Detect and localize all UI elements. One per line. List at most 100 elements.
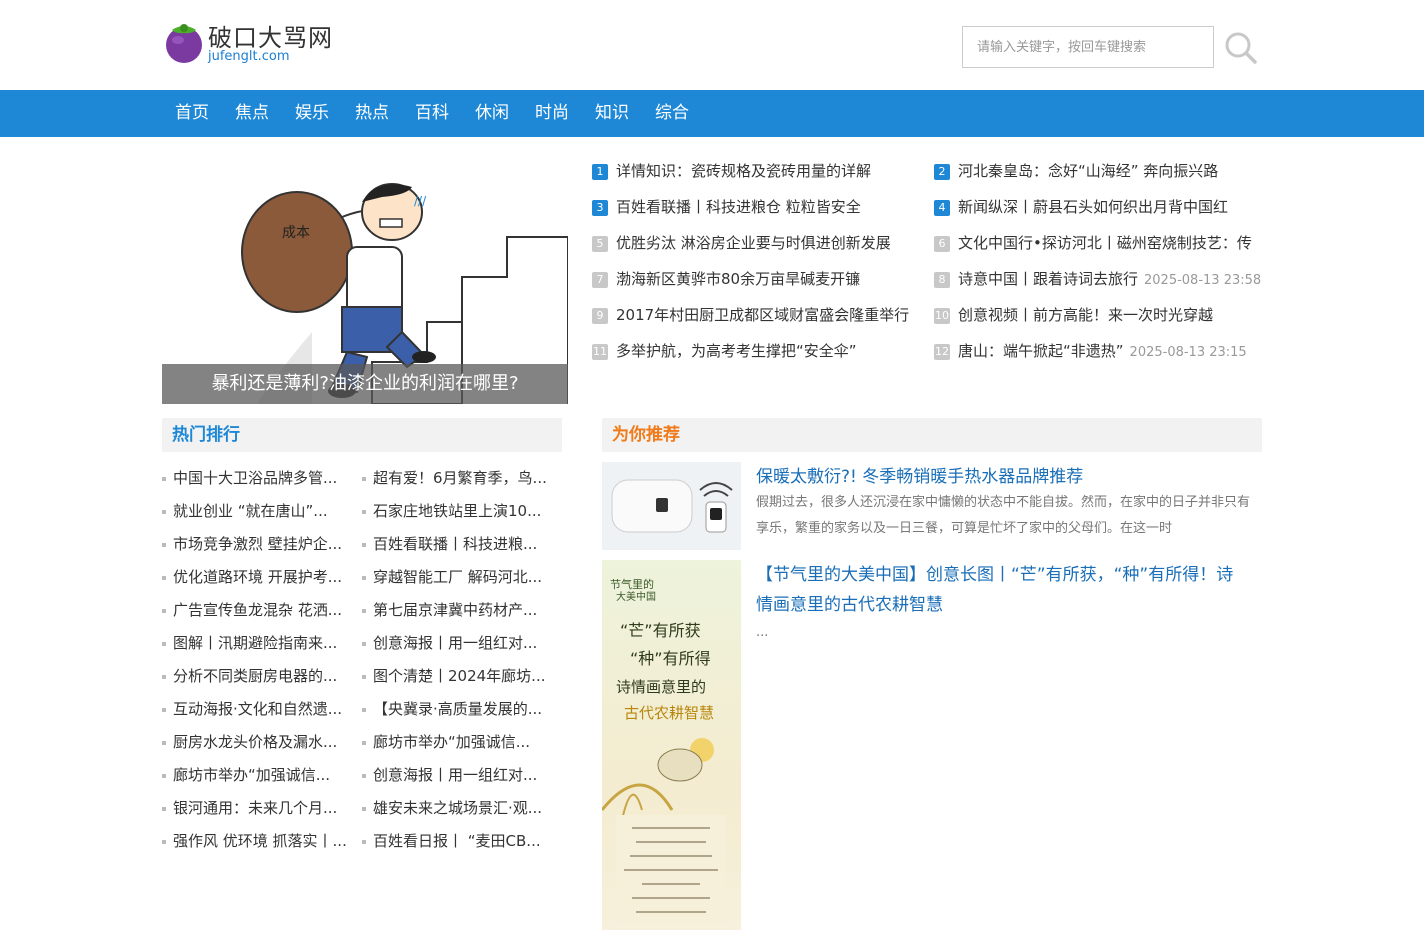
recommend-title[interactable]: 【节气里的大美中国】创意长图丨“芒”有所获，“种”有所得！诗情画意里的古代农耕智… (756, 560, 1246, 620)
list-item[interactable]: 11 多举护航，为高考考生撑把“安全伞” (592, 339, 927, 363)
hot-item[interactable]: 图解丨汛期避险指南来... (162, 627, 354, 660)
rank-badge: 8 (934, 272, 950, 288)
hot-item[interactable]: 创意海报丨用一组红对... (362, 759, 554, 792)
hot-item[interactable]: 廊坊市举办“加强诚信... (362, 726, 554, 759)
headline-title[interactable]: 多举护航，为高考考生撑把“安全伞” (616, 342, 857, 360)
hot-item[interactable]: 优化道路环境 开展护考... (162, 561, 354, 594)
headline-title[interactable]: 百姓看联播丨科技进粮仓 粒粒皆安全 (616, 198, 861, 216)
list-item[interactable]: 12 唐山：端午掀起“非遗热” 2025-08-13 23:15 (934, 339, 1269, 363)
hot-item[interactable]: 中国十大卫浴品牌多管... (162, 462, 354, 495)
headline-title[interactable]: 文化中国行•探访河北丨磁州窑烧制技艺：传 (958, 234, 1252, 252)
hot-item[interactable]: 市场竞争激烈 壁挂炉企... (162, 528, 354, 561)
table-row: 分析不同类厨房电器的... 图个清楚丨2024年廊坊... (162, 660, 562, 693)
list-item[interactable]: 10 创意视频丨前方高能！来一次时光穿越 (934, 303, 1269, 327)
headline-title[interactable]: 渤海新区黄骅市80余万亩旱碱麦开镰 (616, 270, 860, 288)
nav-item-knowledge[interactable]: 知识 (582, 90, 642, 137)
nav-item-fashion[interactable]: 时尚 (522, 90, 582, 137)
hot-item[interactable]: 雄安未来之城场景汇·观... (362, 792, 554, 825)
recommend-heading: 为你推荐 (602, 418, 1262, 452)
rank-badge: 7 (592, 272, 608, 288)
list-item[interactable]: 6 文化中国行•探访河北丨磁州窑烧制技艺：传 (934, 231, 1269, 255)
table-row: 互动海报·文化和自然遗... 【央冀录·高质量发展的... (162, 693, 562, 726)
list-item[interactable]: 2 河北秦皇岛：念好“山海经” 奔向振兴路 (934, 159, 1269, 183)
svg-text:///: /// (414, 194, 427, 208)
hot-item[interactable]: 厨房水龙头价格及漏水... (162, 726, 354, 759)
list-item[interactable]: 1 详情知识：瓷砖规格及瓷砖用量的详解 (592, 159, 927, 183)
list-item[interactable]: 5 优胜劣汰 淋浴房企业要与时俱进创新发展 (592, 231, 927, 255)
hot-item[interactable]: 图个清楚丨2024年廊坊... (362, 660, 554, 693)
table-row: 优化道路环境 开展护考... 穿越智能工厂 解码河北... (162, 561, 562, 594)
search-input[interactable] (963, 27, 1213, 67)
table-row: 中国十大卫浴品牌多管... 超有爱！6月繁育季，鸟... (162, 462, 562, 495)
headline-title[interactable]: 河北秦皇岛：念好“山海经” 奔向振兴路 (958, 162, 1218, 180)
hot-ranking-list: 中国十大卫浴品牌多管... 超有爱！6月繁育季，鸟... 就业创业 “就在唐山”… (162, 462, 562, 858)
nav-item-encyclopedia[interactable]: 百科 (402, 90, 462, 137)
hot-item[interactable]: 广告宣传鱼龙混杂 花洒... (162, 594, 354, 627)
rank-badge: 4 (934, 200, 950, 216)
rank-badge: 1 (592, 164, 608, 180)
poster-line: 大美中国 (616, 590, 656, 603)
list-item[interactable]: 7 渤海新区黄骅市80余万亩旱碱麦开镰 (592, 267, 927, 291)
hot-item[interactable]: 廊坊市举办“加强诚信... (162, 759, 354, 792)
recommend-desc: 假期过去，很多人还沉浸在家中慵懒的状态中不能自拔。然而，在家中的日子并非只有享乐… (756, 495, 1251, 536)
nav-item-hot[interactable]: 热点 (342, 90, 402, 137)
rank-badge: 2 (934, 164, 950, 180)
headline-title[interactable]: 详情知识：瓷砖规格及瓷砖用量的详解 (616, 162, 871, 180)
hero-caption[interactable]: 暴利还是薄利?油漆企业的利润在哪里? (162, 364, 568, 404)
rank-badge: 6 (934, 236, 950, 252)
hot-item[interactable]: 互动海报·文化和自然遗... (162, 693, 354, 726)
site-name: 破口大骂网 (208, 24, 333, 52)
search-icon[interactable] (1224, 31, 1258, 65)
list-item[interactable]: 8 诗意中国丨跟着诗词去旅行 2025-08-13 23:58 (934, 267, 1269, 291)
hot-item[interactable]: 石家庄地铁站里上演10... (362, 495, 554, 528)
hot-item[interactable]: 第七届京津冀中药材产... (362, 594, 554, 627)
headline-title[interactable]: 诗意中国丨跟着诗词去旅行 (958, 270, 1138, 288)
poster-line: 节气里的 (610, 577, 654, 591)
hot-item[interactable]: 分析不同类厨房电器的... (162, 660, 354, 693)
mangosteen-logo-icon (166, 24, 202, 63)
hot-item[interactable]: 银河通用：未来几个月... (162, 792, 354, 825)
recommend-title[interactable]: 保暖太敷衍?! 冬季畅销暖手热水器品牌推荐 (756, 462, 1083, 492)
list-item[interactable]: 9 2017年村田厨卫成都区域财富盛会隆重举行 (592, 303, 927, 327)
site-domain: jufenglt.com (208, 49, 290, 64)
hot-item[interactable]: 超有爱！6月繁育季，鸟... (362, 462, 554, 495)
headline-title[interactable]: 创意视频丨前方高能！来一次时光穿越 (958, 306, 1213, 324)
headline-title[interactable]: 2017年村田厨卫成都区域财富盛会隆重举行 (616, 306, 909, 324)
list-item[interactable]: 4 新闻纵深丨蔚县石头如何织出月背中国红 (934, 195, 1269, 219)
hot-item[interactable]: 穿越智能工厂 解码河北... (362, 561, 554, 594)
nav-item-home[interactable]: 首页 (162, 90, 222, 137)
site-logo[interactable]: 破口大骂网 jufenglt.com (162, 18, 362, 68)
headline-date: 2025-08-13 23:58 (1144, 273, 1262, 288)
nav-item-leisure[interactable]: 休闲 (462, 90, 522, 137)
headline-title[interactable]: 新闻纵深丨蔚县石头如何织出月背中国红 (958, 198, 1228, 216)
rank-badge: 12 (934, 344, 950, 360)
sack-text: 成本 (282, 225, 310, 241)
table-row: 廊坊市举办“加强诚信... 创意海报丨用一组红对... (162, 759, 562, 792)
hot-item[interactable]: 就业创业 “就在唐山”... (162, 495, 354, 528)
recommend-panel: 为你推荐 保暖太敷衍?! 冬季畅销暖手热水器品牌推荐 假期过去，很多人还沉浸在家… (602, 418, 1262, 933)
list-item: 保暖太敷衍?! 冬季畅销暖手热水器品牌推荐 假期过去，很多人还沉浸在家中慵懒的状… (602, 462, 1262, 560)
headline-title[interactable]: 唐山：端午掀起“非遗热” (958, 342, 1124, 360)
headline-title[interactable]: 优胜劣汰 淋浴房企业要与时俱进创新发展 (616, 234, 891, 252)
hot-item[interactable]: 百姓看联播丨科技进粮... (362, 528, 554, 561)
hot-item[interactable]: 强作风 优环境 抓落实丨... (162, 825, 354, 858)
hot-item[interactable]: 【央冀录·高质量发展的... (362, 693, 554, 726)
hot-item[interactable]: 百姓看日报丨 “麦田CB... (362, 825, 554, 858)
list-item[interactable]: 3 百姓看联播丨科技进粮仓 粒粒皆安全 (592, 195, 927, 219)
site-header: 破口大骂网 jufenglt.com (162, 0, 1262, 90)
table-row: 强作风 优环境 抓落实丨... 百姓看日报丨 “麦田CB... (162, 825, 562, 858)
table-row: 银河通用：未来几个月... 雄安未来之城场景汇·观... (162, 792, 562, 825)
nav-item-entertainment[interactable]: 娱乐 (282, 90, 342, 137)
hot-item[interactable]: 创意海报丨用一组红对... (362, 627, 554, 660)
hero-slide[interactable]: 成本 /// 暴利还是薄利?油漆企业的利润在哪里? (162, 157, 568, 404)
rank-badge: 10 (934, 308, 950, 324)
poster-line: “芒”有所获 (620, 621, 701, 640)
water-heater-thumbnail[interactable] (602, 462, 741, 550)
rank-badge: 5 (592, 236, 608, 252)
rank-badge: 3 (592, 200, 608, 216)
nav-item-focus[interactable]: 焦点 (222, 90, 282, 137)
table-row: 厨房水龙头价格及漏水... 廊坊市举办“加强诚信... (162, 726, 562, 759)
nav-item-general[interactable]: 综合 (642, 90, 702, 137)
rank-badge: 9 (592, 308, 608, 324)
solar-term-poster-thumbnail[interactable]: 节气里的 大美中国 “芒”有所获 “种”有所得 诗情画意里的 古代农耕智慧 (602, 560, 741, 930)
